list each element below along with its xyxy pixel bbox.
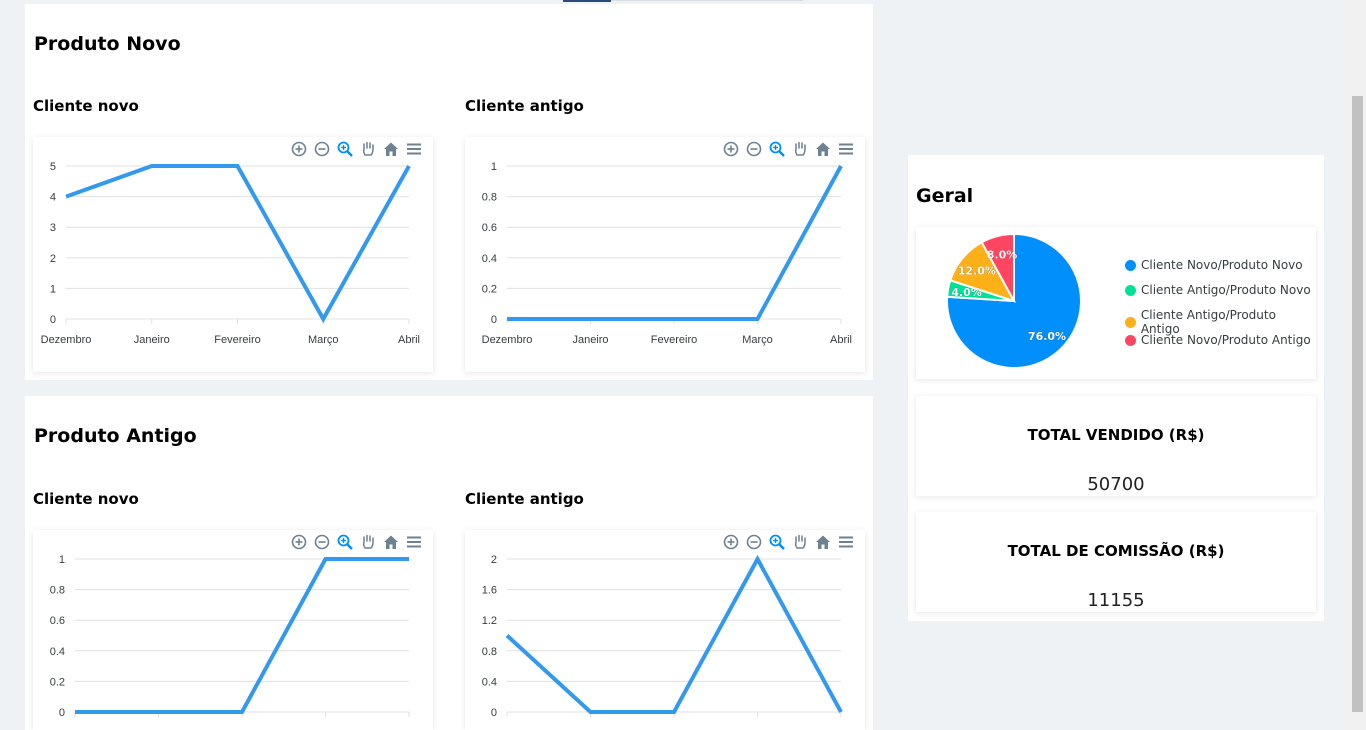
y-tick-label: 3 (50, 222, 56, 234)
x-tick-label: Abril (830, 334, 852, 346)
y-tick-label: 0.2 (50, 676, 65, 688)
line-chart-svg: 0 0.2 0.4 0.6 0.8 1 (50, 554, 410, 719)
top-tab-active-indicator (563, 0, 611, 2)
legend-label: Cliente Antigo/Produto Novo (1141, 283, 1311, 297)
scrollbar-thumb[interactable] (1352, 96, 1363, 712)
x-tick-label: Março (742, 334, 773, 346)
y-tick-label: 0.4 (50, 646, 65, 658)
produto-antigo-cliente-novo-title: Cliente novo (33, 490, 139, 508)
produto-antigo-title: Produto Antigo (34, 425, 197, 447)
legend-label: Cliente Antigo/Produto Antigo (1140, 308, 1276, 336)
total-comissao-title: TOTAL DE COMISSÃO (R$) (1007, 542, 1225, 560)
x-tick-label: Janeiro (134, 334, 170, 346)
produto-novo-cliente-novo-title: Cliente novo (33, 97, 139, 115)
y-tick-label: 0.4 (482, 253, 497, 265)
geral-pie-chart[interactable]: 76.0% 4.0% 12.0% 8.0% (916, 227, 1116, 379)
total-comissao-value: 11155 (1087, 590, 1145, 611)
y-tick-label: 0 (491, 314, 497, 326)
series-line (75, 557, 409, 714)
x-tick-label: Fevereiro (214, 334, 260, 346)
y-tick-label: 0.8 (482, 646, 497, 658)
legend-dot-icon (1125, 284, 1136, 296)
x-tick-label: Março (308, 334, 339, 346)
x-tick-label: Abril (398, 334, 420, 346)
y-tick-label: 1 (50, 283, 56, 295)
y-tick-label: 0.6 (50, 615, 65, 627)
produto-antigo-cliente-antigo-title: Cliente antigo (465, 490, 584, 508)
total-vendido-card: TOTAL VENDIDO (R$) 50700 (916, 396, 1316, 496)
series-line (507, 165, 843, 321)
y-tick-label: 1.6 (482, 585, 497, 597)
pie-slice-label: 12.0% (958, 264, 996, 277)
y-tick-label: 0 (491, 707, 497, 719)
y-tick-label: 1.2 (482, 615, 497, 627)
x-tick-label: Janeiro (572, 334, 608, 346)
line-chart-svg: 0 1 2 3 4 5 Dezembro Janeiro Fevereiro Março Abril (41, 161, 420, 346)
pie-slice-label: 4.0% (951, 286, 982, 299)
legend-item-cliente-antigo-produto-novo[interactable]: Cliente Antigo/Produto Novo (1125, 283, 1311, 297)
y-tick-label: 0.6 (482, 222, 497, 234)
y-tick-label: 4 (50, 192, 56, 204)
y-tick-label: 0 (59, 707, 65, 719)
y-tick-label: 0.8 (50, 585, 65, 597)
series-line (65, 164, 411, 324)
y-tick-label: 0.8 (482, 192, 497, 204)
legend-item-cliente-antigo-produto-antigo[interactable]: Cliente Antigo/Produto Antigo (1125, 308, 1316, 336)
y-tick-label: 2 (491, 554, 497, 566)
chart-produto-antigo-cliente-novo[interactable]: 0 0.2 0.4 0.6 0.8 1 (33, 530, 433, 730)
legend-dot-icon (1125, 334, 1136, 346)
y-tick-label: 0.2 (482, 283, 497, 295)
produto-novo-title: Produto Novo (34, 33, 181, 55)
legend-dot-icon (1125, 259, 1136, 271)
y-tick-label: 5 (50, 161, 56, 173)
total-comissao-card: TOTAL DE COMISSÃO (R$) 11155 (916, 512, 1316, 612)
x-tick-label: Dezembro (41, 334, 92, 346)
top-tab-divider (611, 0, 803, 1)
y-tick-label: 1 (59, 554, 65, 566)
x-tick-label: Dezembro (482, 334, 533, 346)
total-vendido-value: 50700 (1087, 474, 1145, 495)
geral-pie-card: 76.0% 4.0% 12.0% 8.0% Cliente Novo/Produto … (916, 227, 1316, 379)
y-tick-label: 2 (50, 253, 56, 265)
y-tick-label: 0 (50, 314, 56, 326)
pie-slice-label: 76.0% (1028, 330, 1066, 343)
x-tick-label: Fevereiro (651, 334, 697, 346)
y-tick-label: 0.4 (482, 676, 497, 688)
legend-dot-icon (1125, 316, 1136, 328)
pie-slice-label: 8.0% (987, 248, 1018, 261)
chart-produto-antigo-cliente-antigo[interactable]: 0 0.4 0.8 1.2 1.6 2 (465, 530, 865, 730)
line-chart-svg: 0 0.4 0.8 1.2 1.6 2 (482, 554, 843, 719)
series-line (505, 554, 843, 714)
y-tick-label: 1 (491, 161, 497, 173)
chart-produto-novo-cliente-novo[interactable]: 0 1 2 3 4 5 Dezembro Janeiro Fevereiro Março Abril (33, 137, 433, 372)
legend-item-cliente-novo-produto-antigo[interactable]: Cliente Novo/Produto Antigo (1125, 333, 1311, 347)
legend-label: Cliente Novo/Produto Novo (1141, 258, 1303, 272)
total-vendido-title: TOTAL VENDIDO (R$) (1027, 426, 1205, 444)
chart-produto-novo-cliente-antigo[interactable]: 0 0.2 0.4 0.6 0.8 1 Dezembro Janeiro Fevereiro Ma… (465, 137, 865, 372)
produto-novo-cliente-antigo-title: Cliente antigo (465, 97, 584, 115)
geral-title: Geral (916, 185, 974, 207)
legend-item-cliente-novo-produto-novo[interactable]: Cliente Novo/Produto Novo (1125, 258, 1303, 272)
line-chart-svg: 0 0.2 0.4 0.6 0.8 1 Dezembro Janeiro Fevereiro Ma… (482, 161, 852, 346)
legend-label: Cliente Novo/Produto Antigo (1141, 333, 1311, 347)
